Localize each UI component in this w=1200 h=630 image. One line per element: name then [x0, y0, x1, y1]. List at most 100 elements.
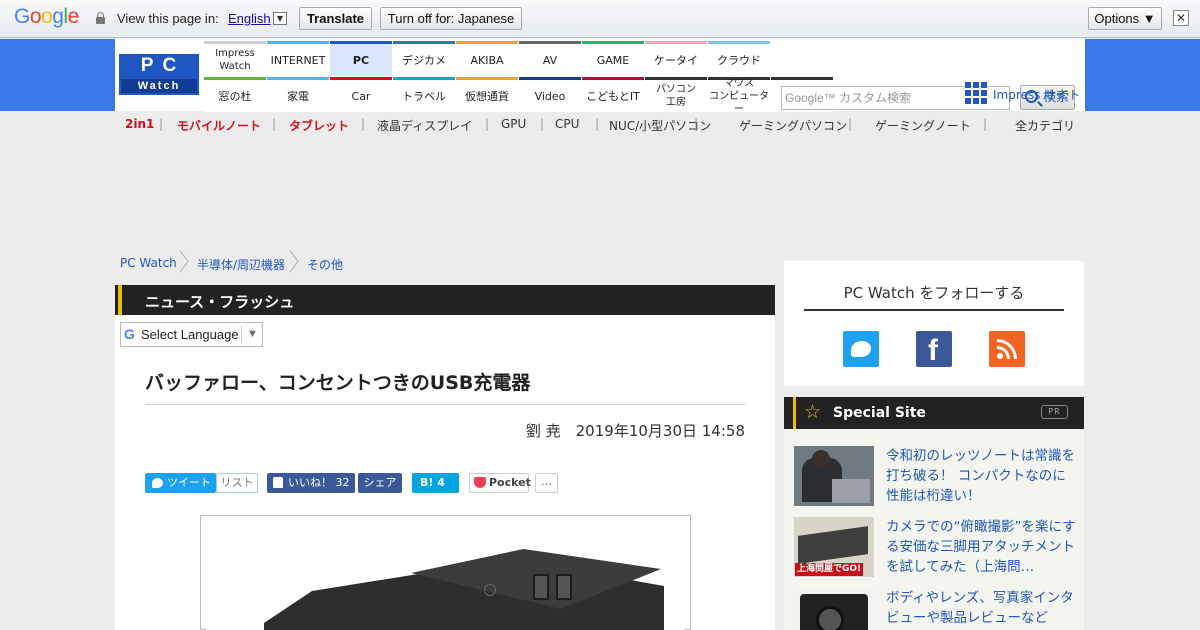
sub-nav-item[interactable]: タブレット — [289, 117, 349, 134]
sub-nav-item[interactable]: CPU — [555, 117, 579, 131]
translate-button[interactable]: Translate — [299, 7, 372, 30]
sub-nav-separator: | — [694, 117, 699, 131]
tweet-label: ツイート — [167, 476, 211, 489]
special-site-title: Special Site — [833, 405, 926, 421]
rss-follow-button[interactable] — [989, 331, 1025, 367]
special-site-item-text[interactable]: カメラでの“俯瞰撮影”を楽にする安価な三脚用アタッチメントを試してみた（上海問… — [886, 517, 1076, 577]
nav-item-label: AKIBA — [470, 53, 504, 67]
sub-nav-item[interactable]: モバイルノート — [177, 117, 261, 134]
sub-nav-item[interactable]: 液晶ディスプレイ — [377, 117, 472, 134]
special-site-list: 令和初のレッツノートは常識を打ち破る！ コンパクトなのに性能は桁違い！ 上海問屋… — [784, 429, 1084, 630]
follow-box: PC Watch をフォローする f — [784, 261, 1084, 386]
logo-watch-text: Watch — [121, 79, 197, 93]
nav-item[interactable]: Impress Watch — [204, 41, 266, 76]
nav-item[interactable]: AKIBA — [456, 41, 518, 76]
special-site-item[interactable]: 令和初のレッツノートは常識を打ち破る！ コンパクトなのに性能は桁違い！ — [794, 446, 1079, 508]
shanghai-tag: 上海問屋でGO! — [795, 563, 864, 576]
nav-item[interactable]: 家電 — [267, 77, 329, 112]
sub-nav-separator: | — [595, 117, 600, 131]
special-site-box: ☆ Special Site PR 令和初のレッツノートは常識を打ち破る！ コン… — [784, 397, 1084, 630]
facebook-like-button[interactable]: いいね！ 32 — [267, 473, 355, 493]
special-site-item[interactable]: 上海問屋でGO! カメラでの“俯瞰撮影”を楽にする安価な三脚用アタッチメントを試… — [794, 517, 1079, 579]
pc-watch-logo[interactable]: PC Watch — [119, 54, 199, 95]
sub-nav-separator: | — [361, 117, 366, 131]
lock-icon — [96, 12, 105, 24]
follow-title: PC Watch をフォローする — [843, 284, 1025, 302]
sub-nav-separator: | — [159, 117, 164, 131]
options-button[interactable]: Options ▼ — [1088, 7, 1162, 30]
nav-item[interactable]: AV — [519, 41, 581, 76]
pr-badge: PR — [1041, 405, 1068, 419]
turn-off-translation-button[interactable]: Turn off for: Japanese — [380, 7, 522, 30]
nav-item[interactable]: PC — [330, 41, 392, 76]
twitter-follow-button[interactable] — [843, 331, 879, 367]
nav-item[interactable]: マウス コンピューター — [708, 77, 770, 115]
nav-item-label: デジカメ — [402, 53, 446, 67]
nav-item-label: Car — [351, 89, 371, 103]
language-dropdown-icon[interactable]: ▼ — [273, 12, 287, 25]
target-language-link[interactable]: English — [228, 11, 271, 26]
section-title: ニュース・フラッシュ — [145, 293, 295, 311]
twitter-icon — [851, 341, 871, 357]
facebook-icon: f — [928, 334, 938, 367]
special-site-item-text[interactable]: 令和初のレッツノートは常識を打ち破る！ コンパクトなのに性能は桁違い！ — [886, 446, 1076, 506]
breadcrumb-pc-watch[interactable]: PC Watch — [120, 256, 177, 270]
close-icon[interactable]: ✕ — [1173, 10, 1189, 26]
tweet-button[interactable]: ツイート — [145, 473, 216, 493]
google-logo-letter: o — [41, 5, 53, 28]
facebook-follow-button[interactable]: f — [916, 331, 952, 367]
nav-item-label: こどもとIT — [586, 89, 640, 103]
special-site-item[interactable]: ボディやレンズ、写真家インタビューや製品レビューなど — [794, 588, 1079, 630]
nav-item[interactable]: ケータイ — [645, 41, 707, 76]
hatena-bookmark-button[interactable]: B! 4 — [412, 473, 459, 493]
facebook-share-button[interactable]: シェア — [358, 473, 402, 493]
sub-nav-item[interactable]: ゲーミングノート — [875, 117, 971, 134]
nav-item[interactable]: クラウド — [708, 41, 770, 76]
camera-photo-thumbnail[interactable] — [794, 588, 874, 630]
special-site-item-text[interactable]: ボディやレンズ、写真家インタビューや製品レビューなど — [886, 588, 1076, 628]
nav-item[interactable]: 仮想通貨 — [456, 77, 518, 112]
breadcrumb-other[interactable]: その他 — [307, 256, 343, 273]
view-page-in-label: View this page in: — [117, 11, 219, 26]
sub-nav-item[interactable]: GPU — [501, 117, 526, 131]
sub-nav-separator: | — [272, 117, 277, 131]
nav-item[interactable]: こどもとIT — [582, 77, 644, 112]
pocket-label: Pocket — [489, 476, 531, 489]
usb-port — [533, 574, 549, 600]
impress-site-link[interactable]: Impress サイト — [993, 86, 1080, 103]
nav-item[interactable]: GAME — [582, 41, 644, 76]
nav-item[interactable]: トラベル — [393, 77, 455, 112]
nav-item-label: クラウド — [717, 53, 761, 67]
tweet-list-button[interactable]: リスト — [216, 473, 258, 493]
more-share-button[interactable]: … — [535, 473, 558, 493]
usb-charger-photo[interactable] — [206, 521, 685, 630]
grid-icon[interactable] — [965, 82, 987, 104]
sub-nav-separator: | — [848, 117, 853, 131]
article-byline: 劉 尭 2019年10月30日 14:58 — [525, 422, 745, 440]
tripod-photo-thumbnail[interactable]: 上海問屋でGO! — [794, 517, 874, 577]
nav-item-label: INTERNET — [270, 53, 326, 67]
breadcrumb-semiconductor[interactable]: 半導体/周辺機器 — [197, 256, 285, 273]
nav-item[interactable]: Video — [519, 77, 581, 112]
nav-item-label: 家電 — [287, 89, 309, 103]
title-divider — [145, 404, 745, 405]
pocket-button[interactable]: Pocket — [469, 473, 531, 493]
google-logo-letter: o — [29, 5, 42, 28]
breadcrumb-separator — [290, 250, 302, 276]
laptop-photo-thumbnail[interactable] — [794, 446, 874, 506]
all-categories-link[interactable]: 全カテゴリ — [1015, 117, 1075, 134]
nav-item[interactable]: デジカメ — [393, 41, 455, 76]
nav-item[interactable]: パソコン 工房 — [645, 77, 707, 112]
sub-nav-item[interactable]: 2in1 — [125, 117, 154, 131]
nav-item[interactable]: 窓の杜 — [204, 77, 266, 112]
star-icon: ☆ — [804, 401, 822, 423]
usb-port — [556, 574, 572, 600]
nav-item[interactable]: Car — [330, 77, 392, 112]
sub-nav-item[interactable]: ゲーミングパソコン — [739, 117, 847, 134]
select-language-dropdown[interactable]: G Select Language ▼ — [120, 322, 263, 347]
nav-item-label: 窓の杜 — [218, 89, 252, 103]
sub-nav-separator: | — [983, 117, 988, 131]
article-title: バッファロー、コンセントつきのUSB充電器 — [145, 372, 531, 394]
nav-item[interactable]: INTERNET — [267, 41, 329, 76]
nav-item-label: PC — [352, 53, 370, 67]
